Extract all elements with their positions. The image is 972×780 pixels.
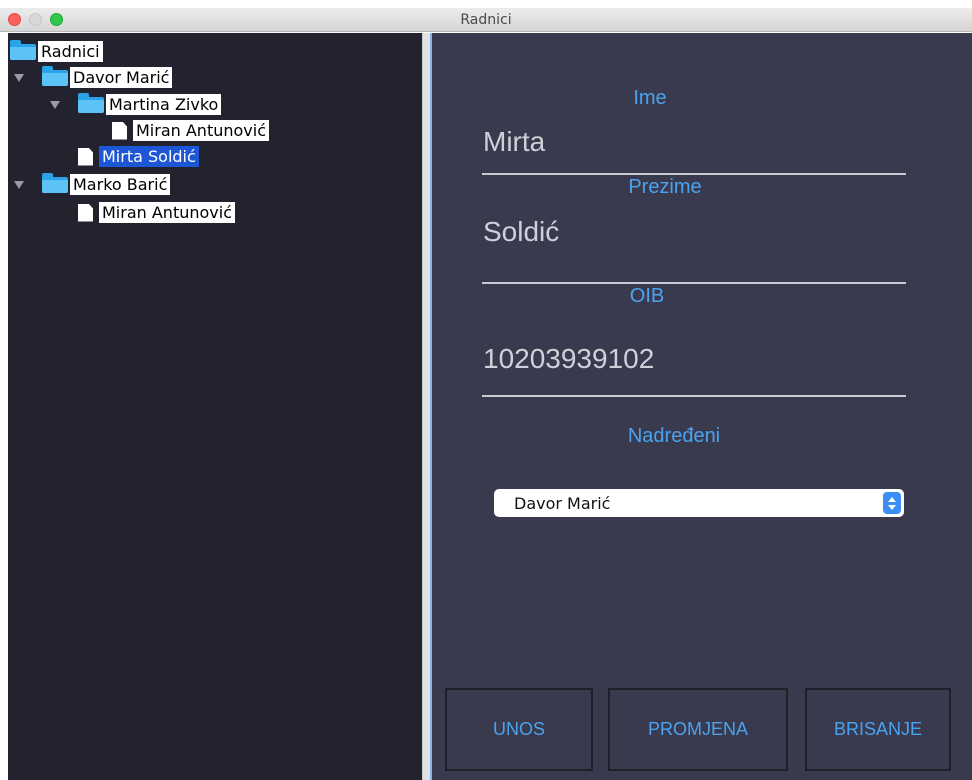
folder-icon [42, 65, 68, 86]
title-bar: Radnici [0, 8, 972, 32]
folder-icon [10, 39, 36, 60]
tree-node-miran-antunovic-2[interactable]: Miran Antunović [78, 202, 235, 223]
chevron-down-icon [888, 504, 896, 510]
split-pane-divider[interactable] [422, 33, 432, 780]
tree-node-marko-baric[interactable]: Marko Barić [14, 172, 171, 195]
folder-icon [42, 172, 68, 193]
tree-node-label: Marko Barić [70, 174, 171, 195]
ime-label: Ime [633, 87, 667, 109]
tree-node-mirta-soldic[interactable]: Mirta Soldić [78, 146, 199, 167]
file-icon [112, 121, 127, 140]
tree-root-label: Radnici [38, 41, 103, 62]
tree-node-miran-antunovic-1[interactable]: Miran Antunović [112, 120, 269, 141]
file-icon [78, 203, 93, 222]
unos-button[interactable]: UNOS [445, 688, 593, 771]
tree-node-label: Davor Marić [70, 67, 173, 88]
tree-node-label: Miran Antunović [133, 120, 269, 141]
oib-field[interactable]: 10203939102 [483, 343, 654, 375]
tree-root[interactable]: Radnici [10, 39, 103, 62]
tree-node-davor-maric[interactable]: Davor Marić [14, 65, 173, 88]
expand-arrow-icon[interactable] [14, 73, 24, 82]
oib-underline [482, 395, 906, 397]
nadredeni-selected-value: Davor Marić [514, 493, 611, 513]
file-icon [78, 147, 93, 166]
tree-node-label: Miran Antunović [99, 202, 235, 223]
tree-node-label: Martina Zivko [106, 94, 222, 115]
employee-form: Ime Mirta Prezime Soldić OIB 10203939102… [432, 33, 972, 780]
oib-label: OIB [629, 285, 665, 307]
select-stepper-icon[interactable] [883, 492, 901, 514]
promjena-button[interactable]: PROMJENA [608, 688, 788, 771]
chevron-up-icon [888, 496, 896, 502]
prezime-field[interactable]: Soldić [483, 216, 559, 248]
folder-icon [78, 92, 104, 113]
expand-arrow-icon[interactable] [14, 180, 24, 189]
nadredeni-label: Nadređeni [627, 425, 721, 447]
ime-underline [482, 173, 906, 175]
window-title: Radnici [460, 12, 512, 28]
prezime-label: Prezime [628, 176, 702, 198]
employee-tree[interactable]: Radnici Davor Marić Martina Zivko Miran … [8, 33, 422, 780]
brisanje-button[interactable]: BRISANJE [805, 688, 951, 771]
ime-field[interactable]: Mirta [483, 126, 545, 158]
tree-node-label-selected: Mirta Soldić [99, 146, 199, 167]
expand-arrow-icon[interactable] [50, 100, 60, 109]
tree-node-martina-zivko[interactable]: Martina Zivko [50, 92, 222, 115]
nadredeni-select[interactable]: Davor Marić [494, 489, 904, 517]
prezime-underline [482, 282, 906, 284]
